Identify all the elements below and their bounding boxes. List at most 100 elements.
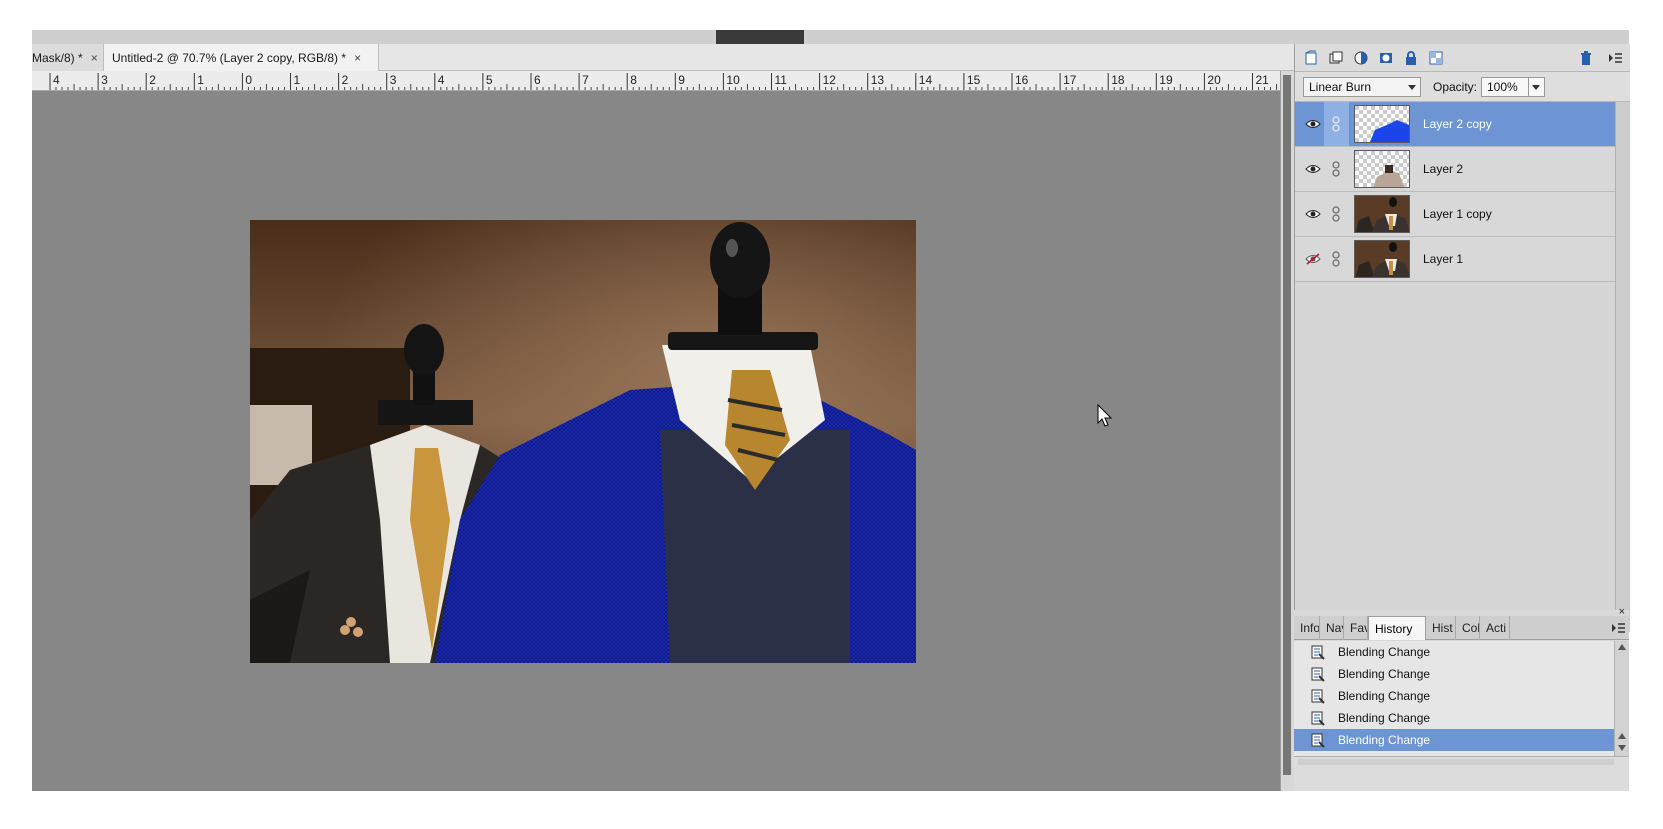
- layer-thumbnail[interactable]: [1354, 150, 1410, 188]
- ruler-label: 15: [967, 73, 981, 87]
- lock-transparent-icon[interactable]: [1428, 50, 1444, 66]
- layer-row-layer-1[interactable]: Layer 1: [1295, 237, 1615, 282]
- history-item[interactable]: Blending Change: [1294, 685, 1614, 707]
- mouse-pointer-icon: [1097, 404, 1113, 427]
- history-panel: × Info Nav Fav History Hist Col Acti Ble…: [1294, 606, 1629, 791]
- ruler-label: 4: [53, 73, 60, 87]
- opacity-value: 100%: [1487, 80, 1518, 94]
- close-icon[interactable]: ×: [91, 51, 98, 65]
- ruler-label: 2: [342, 73, 349, 87]
- history-state-icon: [1311, 733, 1325, 748]
- link-icon: [1332, 206, 1340, 222]
- chevron-down-icon[interactable]: [1532, 85, 1540, 90]
- lock-icon[interactable]: [1403, 50, 1419, 66]
- scroll-down-icon[interactable]: [1618, 745, 1626, 751]
- ruler-label: 0: [245, 73, 252, 87]
- layers-toolbar: [1295, 44, 1630, 72]
- ruler-label: 17: [1063, 73, 1077, 87]
- history-item-selected[interactable]: Blending Change: [1294, 729, 1614, 751]
- history-item-label: Blending Change: [1338, 645, 1431, 659]
- ruler-label: 3: [101, 73, 108, 87]
- layer-thumbnail[interactable]: [1354, 240, 1410, 278]
- tab-favorites[interactable]: Fav: [1344, 616, 1368, 640]
- blend-mode-value: Linear Burn: [1309, 80, 1372, 94]
- panel-tab-bar: Info Nav Fav History Hist Col Acti: [1294, 616, 1629, 640]
- document-tab-label: Mask/8) *: [32, 50, 83, 65]
- scrollbar-thumb[interactable]: [1283, 75, 1291, 775]
- layer-thumbnail[interactable]: [1354, 105, 1410, 143]
- ruler-label: 1: [197, 73, 204, 87]
- layer-row-layer-2-copy[interactable]: Layer 2 copy: [1295, 102, 1615, 147]
- ruler-label: 7: [582, 73, 589, 87]
- ruler-label: 19: [1159, 73, 1173, 87]
- document-tab-label: Untitled-2 @ 70.7% (Layer 2 copy, RGB/8)…: [112, 50, 347, 65]
- layer-name[interactable]: Layer 2 copy: [1423, 117, 1492, 131]
- scroll-up-icon[interactable]: [1618, 733, 1626, 739]
- history-item-label: Blending Change: [1338, 667, 1431, 681]
- close-icon[interactable]: ×: [354, 51, 361, 65]
- chevron-down-icon: [1408, 85, 1416, 90]
- horizontal-ruler: 4 3 2 1 0 1 2 3 4 5 6 7 8 9 10 11 12 13 14 15 16 17 18 19 20 21: [32, 71, 1294, 91]
- tab-color[interactable]: Col: [1456, 616, 1480, 640]
- new-group-icon[interactable]: [1328, 50, 1344, 66]
- opacity-label: Opacity:: [1433, 80, 1478, 94]
- layer-mask-icon[interactable]: [1378, 50, 1394, 66]
- new-layer-icon[interactable]: [1303, 50, 1319, 66]
- history-list: Blending Change Blending Change Blending…: [1294, 641, 1614, 756]
- history-item-label: Blending Change: [1338, 733, 1431, 747]
- tab-histogram[interactable]: Hist: [1426, 616, 1456, 640]
- ruler-label: 5: [486, 73, 493, 87]
- history-state-icon: [1311, 689, 1325, 704]
- document-image[interactable]: [250, 220, 916, 663]
- history-item[interactable]: Blending Change: [1294, 707, 1614, 729]
- scroll-up-icon[interactable]: [1618, 644, 1626, 650]
- document-tab-untitled-2[interactable]: Untitled-2 @ 70.7% (Layer 2 copy, RGB/8)…: [104, 44, 379, 71]
- layer-name[interactable]: Layer 1 copy: [1423, 207, 1492, 221]
- eye-icon[interactable]: [1305, 163, 1321, 175]
- history-state-icon: [1311, 667, 1325, 682]
- canvas-vertical-scrollbar[interactable]: [1280, 71, 1294, 791]
- history-item[interactable]: Blending Change: [1294, 641, 1614, 663]
- ruler-label: 11: [775, 73, 788, 87]
- ruler-label: 13: [871, 73, 885, 87]
- layer-name[interactable]: Layer 2: [1423, 162, 1463, 176]
- history-item-label: Blending Change: [1338, 711, 1431, 725]
- history-state-icon: [1311, 645, 1325, 660]
- history-scrollbar[interactable]: [1614, 641, 1629, 756]
- delete-layer-icon[interactable]: [1578, 50, 1594, 66]
- history-item[interactable]: Blending Change: [1294, 663, 1614, 685]
- history-footer: [1294, 756, 1629, 791]
- blend-mode-dropdown[interactable]: Linear Burn: [1303, 77, 1421, 97]
- ruler-label: 4: [438, 73, 445, 87]
- tab-actions[interactable]: Acti: [1480, 616, 1510, 640]
- blend-options-row: Linear Burn Opacity: 100%: [1295, 72, 1630, 102]
- link-icon: [1332, 161, 1340, 177]
- horizontal-scrollbar[interactable]: [1298, 759, 1614, 765]
- app-window: Mask/8) * × Untitled-2 @ 70.7% (Layer 2 …: [0, 0, 1663, 829]
- opacity-field[interactable]: 100%: [1481, 77, 1545, 97]
- panel-menu-icon[interactable]: [1607, 50, 1623, 66]
- tab-history[interactable]: History: [1368, 616, 1426, 640]
- ruler-label: 21: [1256, 73, 1270, 87]
- layer-row-layer-2[interactable]: Layer 2: [1295, 147, 1615, 192]
- adjustment-layer-icon[interactable]: [1353, 50, 1369, 66]
- tab-info[interactable]: Info: [1294, 616, 1320, 640]
- workspace-tab[interactable]: [716, 30, 804, 44]
- document-tab-mask[interactable]: Mask/8) * ×: [32, 44, 104, 71]
- ruler-label: 20: [1207, 73, 1221, 87]
- eye-hidden-icon[interactable]: [1305, 253, 1321, 265]
- layer-thumbnail[interactable]: [1354, 195, 1410, 233]
- panel-menu-icon[interactable]: [1610, 621, 1626, 635]
- layer-row-layer-1-copy[interactable]: Layer 1 copy: [1295, 192, 1615, 237]
- tab-navigator[interactable]: Nav: [1320, 616, 1344, 640]
- ruler-label: 8: [630, 73, 637, 87]
- ruler-label: 18: [1111, 73, 1125, 87]
- history-item-label: Blending Change: [1338, 689, 1431, 703]
- layer-name[interactable]: Layer 1: [1423, 252, 1463, 266]
- field-divider: [1528, 78, 1529, 96]
- eye-icon[interactable]: [1305, 208, 1321, 220]
- layers-scrollbar[interactable]: [1615, 102, 1630, 632]
- ruler-label: 14: [919, 73, 933, 87]
- document-tab-bar: Mask/8) * × Untitled-2 @ 70.7% (Layer 2 …: [32, 44, 1294, 71]
- eye-icon[interactable]: [1305, 118, 1321, 130]
